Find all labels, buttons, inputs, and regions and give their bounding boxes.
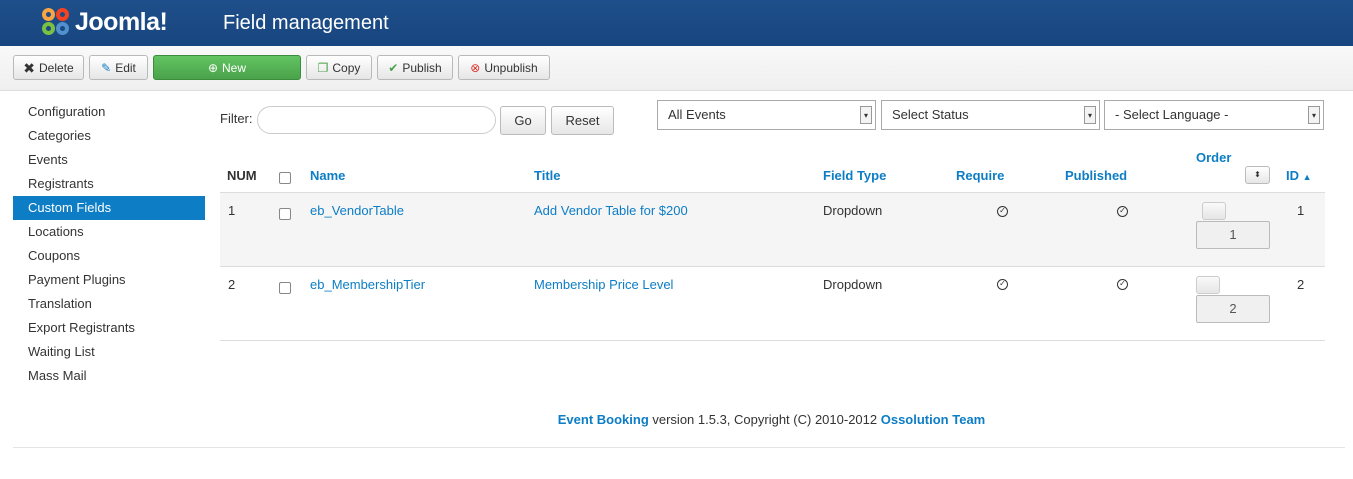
row-checkbox[interactable] [279,208,291,220]
order-input[interactable]: 2 [1196,295,1270,323]
filter-search-input[interactable] [257,106,496,134]
events-select-value: All Events [668,107,726,122]
dropdown-arrow-icon: ▾ [1308,106,1320,124]
row-field-type: Dropdown [823,277,883,292]
language-select[interactable]: - Select Language - ▾ [1104,100,1324,130]
sidebar-item-translation[interactable]: Translation [13,292,205,316]
row-title-link[interactable]: Add Vendor Table for $200 [534,203,688,218]
footer-credit: Event Booking version 1.5.3, Copyright (… [0,412,1353,427]
toolbar: ✖ Delete ✎ Edit ⊕ New ❐ Copy ✔ Publish ⊗… [0,46,1353,91]
col-title-header[interactable]: Title [534,168,561,183]
joomla-logo[interactable]: Joomla! [40,4,168,40]
plus-circle-icon: ⊕ [207,60,219,75]
select-all-checkbox[interactable] [279,172,291,184]
row-name-link[interactable]: eb_VendorTable [310,203,404,218]
footer-team-link[interactable]: Ossolution Team [881,412,986,427]
require-check-icon[interactable]: ✓ [997,206,1008,217]
edit-button[interactable]: ✎ Edit [89,55,148,80]
events-select[interactable]: All Events ▾ [657,100,876,130]
require-check-icon[interactable]: ✓ [997,279,1008,290]
col-name-header[interactable]: Name [310,168,345,183]
footer-text: version 1.5.3, Copyright (C) 2010-2012 [648,412,881,427]
col-id-label: ID [1286,168,1299,183]
copy-label: Copy [332,60,361,75]
copy-icon: ❐ [317,60,329,75]
go-button[interactable]: Go [500,106,546,135]
checkmark-icon: ✔ [388,60,399,75]
row-checkbox[interactable] [279,282,291,294]
row-num: 1 [228,203,236,218]
unpublish-label: Unpublish [484,60,538,75]
language-select-value: - Select Language - [1115,107,1229,122]
unpublish-icon: ⊗ [470,60,481,75]
unpublish-button[interactable]: ⊗ Unpublish [458,55,550,80]
dropdown-arrow-icon: ▾ [1084,106,1096,124]
publish-label: Publish [402,60,442,75]
row-title-link[interactable]: Membership Price Level [534,277,673,292]
table-bottom-divider [220,340,1325,341]
footer-divider [13,447,1345,448]
delete-label: Delete [39,60,74,75]
sidebar-item-coupons[interactable]: Coupons [13,244,205,268]
order-input[interactable]: 1 [1196,221,1270,249]
sidebar-item-payment-plugins[interactable]: Payment Plugins [13,268,205,292]
col-field-type-header[interactable]: Field Type [823,168,886,183]
sidebar-menu: Configuration Categories Events Registra… [13,100,205,388]
published-check-icon[interactable]: ✓ [1117,206,1128,217]
sidebar-item-locations[interactable]: Locations [13,220,205,244]
sidebar-item-configuration[interactable]: Configuration [13,100,205,124]
status-select[interactable]: Select Status ▾ [881,100,1100,130]
delete-icon: ✖ [23,59,36,76]
footer-product-link[interactable]: Event Booking [558,412,649,427]
sidebar-item-custom-fields[interactable]: Custom Fields [13,196,205,220]
sidebar-item-categories[interactable]: Categories [13,124,205,148]
status-select-value: Select Status [892,107,969,122]
filter-label: Filter: [220,111,253,126]
publish-button[interactable]: ✔ Publish [377,55,453,80]
row-name-link[interactable]: eb_MembershipTier [310,277,425,292]
row-divider [220,266,1325,267]
reset-button[interactable]: Reset [551,106,614,135]
joomla-logo-icon [40,6,72,38]
col-num-header: NUM [227,168,257,183]
brand-name: Joomla! [75,7,168,36]
col-id-header[interactable]: ID ▲ [1286,168,1312,183]
sidebar-item-export-registrants[interactable]: Export Registrants [13,316,205,340]
order-move-button[interactable] [1196,276,1220,294]
row-id: 2 [1297,277,1305,292]
new-label: New [222,60,247,75]
save-order-button[interactable]: ⬍ [1245,166,1270,184]
dropdown-arrow-icon: ▾ [860,106,872,124]
col-order-header[interactable]: Order [1196,150,1231,165]
new-button[interactable]: ⊕ New [153,55,301,80]
edit-icon: ✎ [101,60,112,75]
row-num: 2 [228,277,236,292]
app-header: Joomla! Field management [0,0,1353,46]
sidebar-item-events[interactable]: Events [13,148,205,172]
row-id: 1 [1297,203,1305,218]
sidebar-item-waiting-list[interactable]: Waiting List [13,340,205,364]
published-check-icon[interactable]: ✓ [1117,279,1128,290]
sort-asc-icon: ▲ [1302,172,1312,182]
col-published-header[interactable]: Published [1065,168,1127,183]
delete-button[interactable]: ✖ Delete [13,55,84,80]
row-field-type: Dropdown [823,203,883,218]
edit-label: Edit [115,60,136,75]
col-require-header[interactable]: Require [956,168,1004,183]
page-title: Field management [223,12,389,34]
sidebar-item-mass-mail[interactable]: Mass Mail [13,364,205,388]
copy-button[interactable]: ❐ Copy [306,55,372,80]
order-move-button[interactable] [1202,202,1226,220]
sidebar-item-registrants[interactable]: Registrants [13,172,205,196]
